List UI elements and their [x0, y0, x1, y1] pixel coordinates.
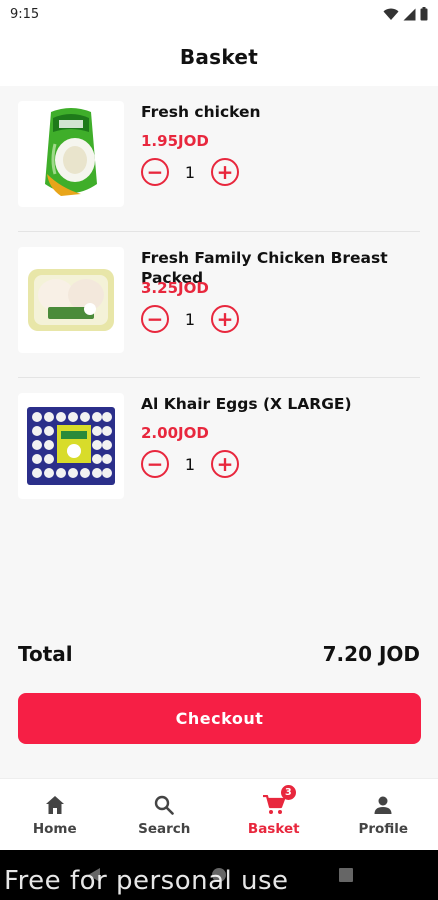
basket-item: Fresh Family Chicken Breast Packed 3.25J…: [18, 232, 420, 378]
bottom-navigation: Home Search 3 Basket Profile: [0, 778, 438, 850]
plus-icon: +: [216, 307, 234, 331]
total-row: Total 7.20 JOD: [18, 642, 420, 666]
product-price: 2.00JOD: [141, 424, 209, 442]
decrease-quantity-button[interactable]: −: [141, 450, 169, 478]
whole-chicken-package-icon: [45, 108, 97, 196]
product-name: Fresh chicken: [141, 103, 261, 121]
total-value: 7.20 JOD: [322, 642, 420, 666]
product-image[interactable]: [18, 247, 124, 353]
product-image[interactable]: [18, 101, 124, 207]
increase-quantity-button[interactable]: +: [211, 450, 239, 478]
nav-search-label: Search: [138, 820, 191, 837]
person-icon: [371, 793, 395, 817]
plus-icon: +: [216, 160, 234, 184]
page-title: Basket: [179, 45, 259, 69]
wifi-icon: [383, 8, 399, 20]
total-label: Total: [18, 642, 73, 666]
status-bar: 9:15: [0, 0, 438, 28]
decrease-quantity-button[interactable]: −: [141, 305, 169, 333]
increase-quantity-button[interactable]: +: [211, 158, 239, 186]
home-icon: [43, 793, 67, 817]
product-name: Al Khair Eggs (X LARGE): [141, 395, 352, 413]
nav-profile-label: Profile: [358, 820, 409, 837]
minus-icon: −: [146, 452, 164, 476]
cart-icon: 3: [262, 784, 296, 817]
product-image[interactable]: [18, 393, 124, 499]
basket-item: Al Khair Eggs (X LARGE) 2.00JOD − 1 +: [18, 378, 420, 524]
product-price: 1.95JOD: [141, 132, 209, 150]
search-icon: [152, 793, 176, 817]
recents-icon[interactable]: [338, 867, 354, 883]
app-header: Basket: [0, 28, 438, 86]
quantity-value: 1: [184, 309, 196, 329]
nav-profile[interactable]: Profile: [329, 779, 438, 850]
increase-quantity-button[interactable]: +: [211, 305, 239, 333]
decrease-quantity-button[interactable]: −: [141, 158, 169, 186]
checkout-button[interactable]: Checkout: [18, 693, 421, 744]
cart-count-badge: 3: [280, 784, 296, 800]
product-price: 3.25JOD: [141, 279, 209, 297]
minus-icon: −: [146, 307, 164, 331]
chicken-breast-tray-icon: [28, 269, 114, 331]
quantity-stepper: − 1 +: [141, 305, 239, 333]
battery-icon: [420, 7, 428, 21]
nav-basket[interactable]: 3 Basket: [219, 779, 329, 850]
quantity-stepper: − 1 +: [141, 450, 239, 478]
status-icons: [383, 7, 428, 21]
status-time: 9:15: [10, 6, 40, 22]
basket-item: Fresh chicken 1.95JOD − 1 +: [18, 86, 420, 232]
signal-icon: [403, 8, 416, 20]
checkout-label: Checkout: [175, 709, 264, 728]
nav-home[interactable]: Home: [0, 779, 110, 850]
nav-search[interactable]: Search: [110, 779, 220, 850]
watermark-text: Free for personal use: [4, 866, 289, 896]
minus-icon: −: [146, 160, 164, 184]
nav-home-label: Home: [32, 820, 77, 837]
plus-icon: +: [216, 452, 234, 476]
nav-basket-label: Basket: [247, 820, 300, 837]
quantity-value: 1: [184, 454, 196, 474]
quantity-value: 1: [184, 162, 196, 182]
egg-tray-icon: [27, 407, 115, 485]
basket-item-list: Fresh chicken 1.95JOD − 1 + Fresh Family…: [0, 86, 438, 524]
quantity-stepper: − 1 +: [141, 158, 239, 186]
